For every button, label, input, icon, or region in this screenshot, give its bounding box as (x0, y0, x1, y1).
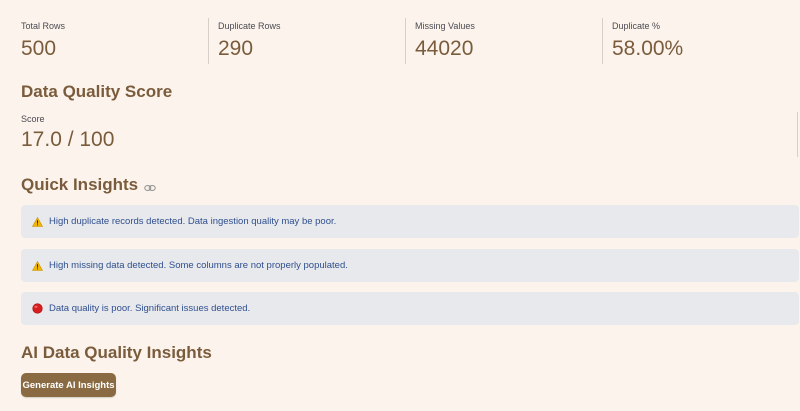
metric-value: 500 (21, 37, 57, 60)
metric-label: Duplicate % (612, 21, 661, 31)
metric-label: Total Rows (21, 21, 66, 31)
score-value: 17.0 / 100 (21, 128, 115, 151)
page: Total Rows 500 Duplicate Rows 290 Missin… (0, 0, 800, 411)
warning-icon (31, 260, 43, 272)
red-circle-icon (31, 303, 43, 315)
metric-value: 44020 (415, 37, 474, 60)
link-icon[interactable] (144, 179, 156, 191)
metric-total-rows: Total Rows 500 (21, 18, 208, 64)
alert-poor-quality: Data quality is poor. Significant issues… (21, 292, 799, 325)
data-quality-heading: Data Quality Score (21, 82, 173, 101)
metric-label: Duplicate Rows (218, 21, 281, 31)
metric-missing-values: Missing Values 44020 (405, 18, 602, 64)
alert-missing-data: High missing data detected. Some columns… (21, 249, 799, 282)
alert-text: Data quality is poor. Significant issues… (49, 303, 251, 314)
metric-value: 290 (218, 37, 254, 60)
warning-icon (31, 216, 43, 228)
alert-text: High missing data detected. Some columns… (49, 260, 348, 271)
ai-insights-heading: AI Data Quality Insights (21, 343, 212, 362)
metrics-row: Total Rows 500 Duplicate Rows 290 Missin… (21, 18, 800, 64)
alert-duplicate-records: High duplicate records detected. Data in… (21, 205, 799, 238)
score-divider (797, 112, 798, 157)
generate-ai-insights-button[interactable]: Generate AI Insights (21, 373, 116, 397)
metric-duplicate-percent: Duplicate % 58.00% (602, 18, 800, 64)
metric-value: 58.00% (612, 37, 684, 60)
quick-insights-heading: Quick Insights (21, 175, 156, 195)
metric-duplicate-rows: Duplicate Rows 290 (208, 18, 405, 64)
score-label: Score (21, 114, 45, 124)
alert-text: High duplicate records detected. Data in… (49, 216, 337, 227)
quick-insights-title: Quick Insights (21, 175, 139, 194)
metric-label: Missing Values (415, 21, 475, 31)
